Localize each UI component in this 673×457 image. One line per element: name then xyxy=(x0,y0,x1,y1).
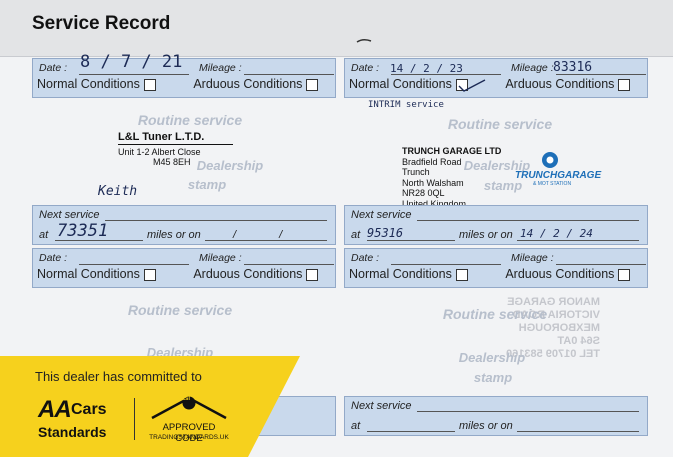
miles-or-on-label: miles or on xyxy=(147,229,201,241)
entry-1-next-at: 73351 xyxy=(57,221,109,241)
mileage-label: Mileage : xyxy=(511,252,554,264)
mileage-label: Mileage : xyxy=(511,62,554,74)
at-label: at xyxy=(351,420,361,432)
next-service-label: Next service xyxy=(39,209,100,221)
at-label: at xyxy=(351,229,361,241)
arduous-conditions-checkbox[interactable] xyxy=(306,78,319,91)
stamp-watermark: stamp xyxy=(187,177,227,192)
gear-icon xyxy=(542,152,558,168)
entry-2-next-date: 14 / 2 / 24 xyxy=(520,227,593,240)
normal-conditions-checkbox[interactable] xyxy=(455,268,468,281)
trunch-garage-logo-sub: & MOT STATION xyxy=(533,181,572,187)
cars-text: Cars xyxy=(71,401,107,418)
at-label: at xyxy=(39,229,49,241)
stamp-watermark: stamp xyxy=(473,370,513,385)
miles-or-on-label: miles or on xyxy=(459,420,513,432)
normal-conditions-checkbox[interactable] xyxy=(143,78,156,91)
trunch-garage-logo-text: TRUNCHGARAGE xyxy=(515,170,602,181)
aa-logo-text: AA xyxy=(38,396,72,423)
page-title: Service Record xyxy=(32,13,171,34)
arduous-conditions-checkbox[interactable] xyxy=(618,268,631,281)
trunch-garage-logo: TRUNCHGARAGE & MOT STATION xyxy=(515,150,601,190)
entry-2-next-service: Next service at miles or on 95316 14 / 2… xyxy=(344,205,648,245)
tuner-stamp-name: L&L Tuner L.T.D. xyxy=(118,132,233,145)
date-label: Date : xyxy=(39,252,68,264)
banner-divider xyxy=(134,398,135,440)
date-label: Date : xyxy=(351,252,380,264)
arduous-conditions-checkbox[interactable] xyxy=(306,268,319,281)
normal-conditions-label: Normal Conditions xyxy=(349,77,452,91)
entry-2-next-at: 95316 xyxy=(367,226,404,240)
trunch-stamp-name: TRUNCH GARAGE LTD xyxy=(402,146,502,156)
date-label: Date : xyxy=(351,62,380,74)
mirror-stamp-line-4: S64 0AT xyxy=(557,335,600,347)
banner-commitment-text: This dealer has committed to xyxy=(35,369,202,384)
entry-1-next-service: Next service at miles or on 73351 / / xyxy=(32,205,336,245)
pen-mark xyxy=(356,38,372,43)
trading-standards-text: TRADINGSTANDARDS.UK xyxy=(149,434,229,441)
routine-service-watermark: Routine service xyxy=(137,112,243,128)
entry-2-date-handwritten: 14 / 2 / 23 xyxy=(390,62,463,75)
entry-4-next-service: Next service at miles or on xyxy=(344,396,648,436)
next-service-label: Next service xyxy=(351,209,412,221)
arduous-conditions-label: Arduous Conditions xyxy=(193,267,303,281)
arduous-conditions-checkbox[interactable] xyxy=(618,78,631,91)
page-header: Service Record xyxy=(0,0,673,57)
entry-2-mileage-handwritten: 83316 xyxy=(553,60,593,75)
service-entry-3-header: Date : Mileage : Normal Conditions Arduo… xyxy=(32,248,336,288)
dealership-watermark: Dealership xyxy=(458,350,526,365)
normal-conditions-label: Normal Conditions xyxy=(349,267,452,281)
entry-1-next-date: / / xyxy=(233,229,303,241)
arduous-conditions-label: Arduous Conditions xyxy=(505,267,615,281)
dealership-watermark: Dealership xyxy=(196,158,264,173)
arduous-conditions-label: Arduous Conditions xyxy=(505,77,615,91)
entry-2-note: INTRIM service xyxy=(368,100,444,110)
aa-cars-standards-logo: AA Cars Standards xyxy=(38,396,128,444)
standards-text: Standards xyxy=(38,424,107,440)
normal-conditions-label: Normal Conditions xyxy=(37,77,140,91)
routine-service-watermark: Routine service xyxy=(447,116,553,132)
next-service-label: Next service xyxy=(351,400,412,412)
mileage-label: Mileage : xyxy=(199,62,242,74)
service-entry-4-header: Date : Mileage : Normal Conditions Arduo… xyxy=(344,248,648,288)
normal-conditions-label: Normal Conditions xyxy=(37,267,140,281)
arduous-conditions-label: Arduous Conditions xyxy=(193,77,303,91)
aa-standards-banner: This dealer has committed to AA Cars Sta… xyxy=(0,356,300,457)
entry-1-date-handwritten: 8 / 7 / 21 xyxy=(80,52,183,72)
tuner-stamp-line1: Unit 1-2 Albert Close xyxy=(118,146,201,157)
tsi-text: tsi xyxy=(183,396,191,402)
approved-code-logo: tsi APPROVED CODE TRADINGSTANDARDS.UK xyxy=(148,392,230,448)
service-record-page: Service Record Date : Mileage : Normal C… xyxy=(0,0,673,457)
mirror-stamp-line-3: MEXBOROUGH xyxy=(518,322,600,334)
mileage-label: Mileage : xyxy=(199,252,242,264)
entry-1-signature: Keith xyxy=(98,184,138,199)
routine-service-watermark: Routine service xyxy=(127,302,233,318)
routine-service-watermark: Routine service xyxy=(442,306,548,322)
checkmark-icon xyxy=(458,79,486,92)
date-label: Date : xyxy=(39,62,68,74)
normal-conditions-checkbox[interactable] xyxy=(143,268,156,281)
service-entry-1-header: Date : Mileage : Normal Conditions Arduo… xyxy=(32,58,336,98)
miles-or-on-label: miles or on xyxy=(459,229,513,241)
